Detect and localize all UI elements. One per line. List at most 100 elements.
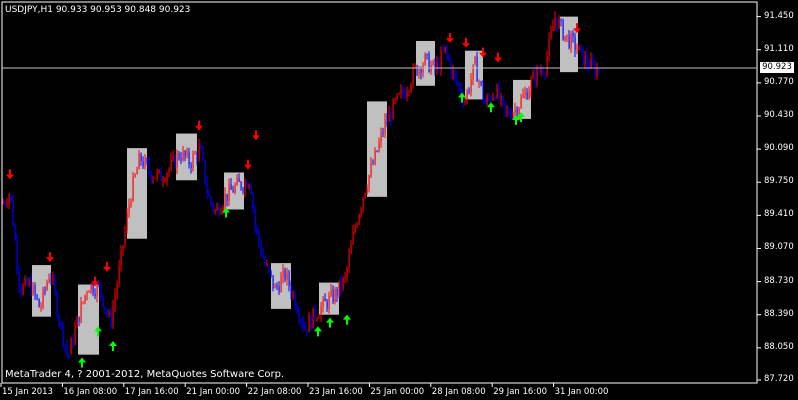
- candle-body: [164, 180, 166, 182]
- candle-body: [54, 277, 56, 293]
- candle-body: [498, 86, 500, 100]
- candle-body: [126, 212, 128, 230]
- candle-body: [350, 244, 352, 254]
- candle-body: [98, 283, 100, 286]
- candle-body: [236, 178, 238, 185]
- candle-body: [308, 316, 310, 332]
- y-tick-label: 91.450: [764, 10, 794, 21]
- candle-body: [116, 284, 118, 295]
- candle-body: [8, 194, 10, 204]
- candle-body: [36, 294, 38, 299]
- current-price-badge: 90.923: [760, 62, 794, 73]
- candle-body: [414, 65, 416, 68]
- candle-body: [370, 163, 372, 176]
- arrow-head: [487, 102, 495, 108]
- range-boxes: [32, 16, 578, 355]
- candle-body: [66, 345, 68, 355]
- candle-body: [312, 307, 314, 329]
- candle-body: [296, 306, 298, 313]
- candle-body: [526, 92, 528, 99]
- candle-body: [440, 50, 442, 70]
- x-tick-label: 31 Jan 00:00: [554, 387, 609, 397]
- y-tick-label: 90.770: [764, 76, 794, 87]
- candle-body: [280, 277, 282, 293]
- candle-body: [542, 70, 544, 74]
- arrow-head: [462, 42, 470, 48]
- price-chart[interactable]: [0, 0, 798, 400]
- candle-body: [586, 55, 588, 66]
- arrow-head: [252, 135, 260, 141]
- candle-body: [112, 305, 114, 325]
- candle-body: [514, 108, 516, 113]
- candle-body: [24, 278, 26, 285]
- candle-body: [480, 81, 482, 85]
- candle-body: [548, 38, 550, 56]
- arrow-head: [78, 357, 86, 363]
- candle-body: [470, 79, 472, 92]
- candle-body: [416, 65, 418, 75]
- candle-body: [346, 267, 348, 277]
- candle-body: [42, 289, 44, 307]
- candle-body: [456, 76, 458, 84]
- candle-body: [212, 203, 214, 211]
- candle-body: [96, 283, 98, 296]
- candle-body: [372, 163, 374, 165]
- copyright-text: MetaTrader 4, ? 2001-2012, MetaQuotes So…: [5, 369, 285, 380]
- candle-body: [384, 119, 386, 134]
- candle-body: [432, 60, 434, 65]
- candle-body: [62, 323, 64, 345]
- arrow-head: [103, 266, 111, 272]
- candle-body: [266, 265, 268, 267]
- candle-body: [118, 265, 120, 285]
- chart-window[interactable]: USDJPY,H1 90.933 90.953 90.848 90.923 Me…: [0, 0, 798, 400]
- candle-body: [58, 315, 60, 324]
- candle-body: [248, 184, 250, 188]
- candle-body: [166, 173, 168, 181]
- candle-body: [484, 100, 486, 105]
- candle-body: [276, 285, 278, 287]
- candle-body: [242, 188, 244, 191]
- candle-body: [124, 229, 126, 246]
- candle-body: [406, 92, 408, 97]
- candle-body: [374, 150, 376, 164]
- candle-body: [544, 73, 546, 75]
- buy-arrow-icon: [326, 317, 334, 328]
- candle-body: [246, 181, 248, 188]
- candle-body: [448, 55, 450, 62]
- candle-body: [410, 84, 412, 91]
- candle-body: [568, 34, 570, 48]
- candle-body: [388, 112, 390, 122]
- buy-arrow-icon: [78, 357, 86, 368]
- candle-body: [428, 54, 430, 72]
- candle-body: [114, 294, 116, 306]
- candle-body: [34, 285, 36, 295]
- candle-body: [290, 286, 292, 296]
- candle-body: [130, 200, 132, 205]
- candle-body: [78, 316, 80, 323]
- candle-body: [274, 285, 276, 289]
- x-tick-label: 15 Jan 2013: [2, 387, 53, 397]
- candle-body: [284, 269, 286, 280]
- candle-body: [590, 58, 592, 69]
- candle-body: [206, 183, 208, 194]
- candle-body: [464, 101, 466, 103]
- candle-body: [152, 178, 154, 181]
- candle-body: [540, 70, 542, 72]
- candle-body: [216, 205, 218, 211]
- candle-body: [226, 193, 228, 201]
- candle-body: [120, 249, 122, 266]
- candle-body: [378, 141, 380, 152]
- candle-body: [302, 321, 304, 328]
- candle-body: [192, 154, 194, 168]
- candle-body: [578, 45, 580, 51]
- candle-body: [524, 92, 526, 95]
- candle-body: [326, 301, 328, 309]
- candle-body: [558, 19, 560, 28]
- candle-body: [128, 204, 130, 213]
- candle-body: [386, 119, 388, 122]
- candle-body: [92, 283, 94, 294]
- candle-body: [434, 60, 436, 71]
- arrow-head: [46, 257, 54, 263]
- candle-body: [412, 67, 414, 85]
- range-box: [513, 79, 531, 119]
